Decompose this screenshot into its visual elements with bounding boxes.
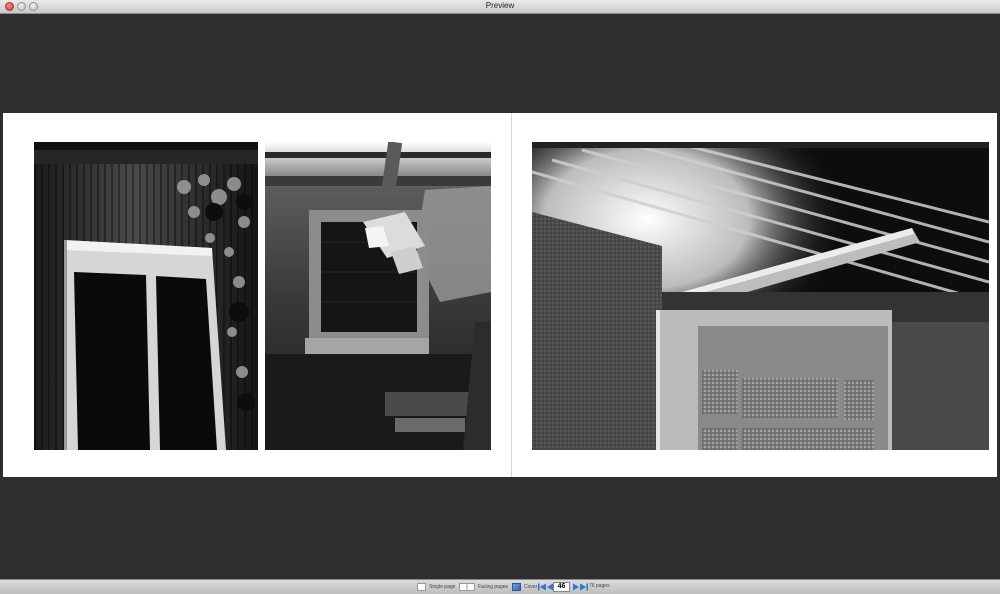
single-page-icon — [417, 583, 426, 591]
photo-door-image — [34, 142, 258, 450]
book-spread — [3, 113, 997, 477]
next-page-icon[interactable] — [572, 583, 580, 591]
photo-window[interactable] — [265, 142, 491, 450]
bottom-toolbar: Single page Facing pages Cover 46 76 pag… — [0, 579, 1000, 594]
single-page-label: Single page — [429, 584, 456, 590]
photo-roof-image — [532, 142, 989, 450]
page-number-field[interactable]: 46 — [553, 582, 570, 592]
total-pages-label: 76 pages — [589, 583, 610, 589]
last-page-icon[interactable] — [580, 583, 588, 591]
total-pages-text: 76 pages — [589, 583, 610, 589]
photo-window-image — [265, 142, 491, 450]
facing-pages-icon — [459, 583, 475, 591]
spread-gutter — [511, 113, 512, 477]
photo-door[interactable] — [34, 142, 258, 450]
facing-pages-option[interactable]: Facing pages — [459, 583, 508, 591]
cover-option[interactable]: Cover — [512, 583, 537, 591]
cover-label: Cover — [524, 584, 538, 590]
window-title: Preview — [485, 1, 515, 10]
cover-icon — [512, 583, 521, 591]
first-page-icon[interactable] — [538, 583, 546, 591]
facing-pages-label: Facing pages — [478, 584, 509, 590]
photo-roof[interactable] — [532, 142, 989, 450]
window-titlebar: Preview — [0, 0, 1000, 14]
single-page-option[interactable]: Single page — [417, 583, 455, 591]
